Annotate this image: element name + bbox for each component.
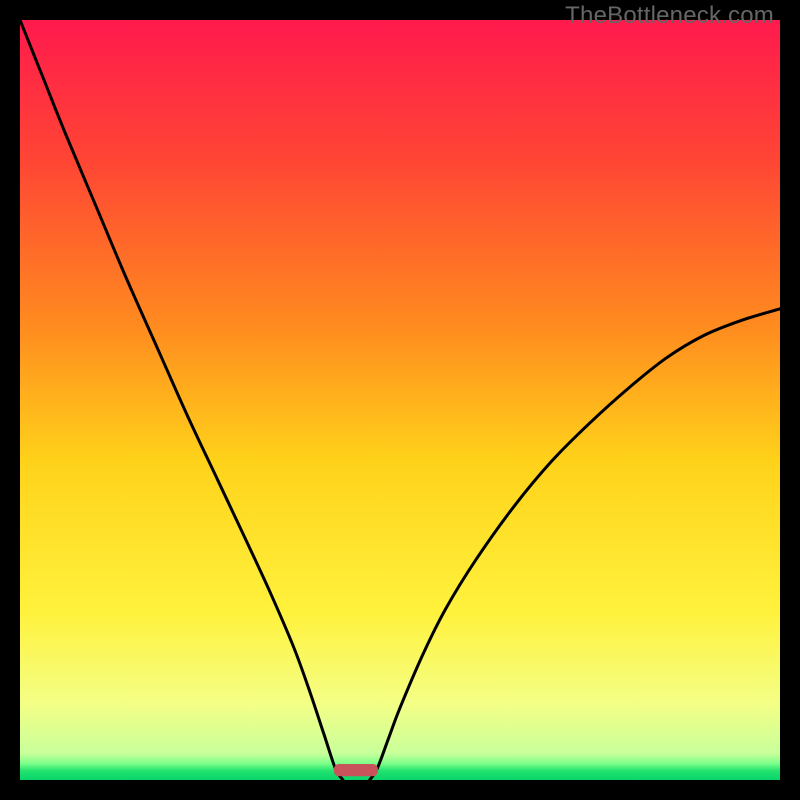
bottleneck-marker: [334, 764, 378, 776]
watermark-text: TheBottleneck.com: [565, 2, 774, 30]
bottleneck-chart: [20, 20, 780, 780]
chart-background: [20, 20, 780, 780]
chart-frame: [20, 20, 780, 780]
